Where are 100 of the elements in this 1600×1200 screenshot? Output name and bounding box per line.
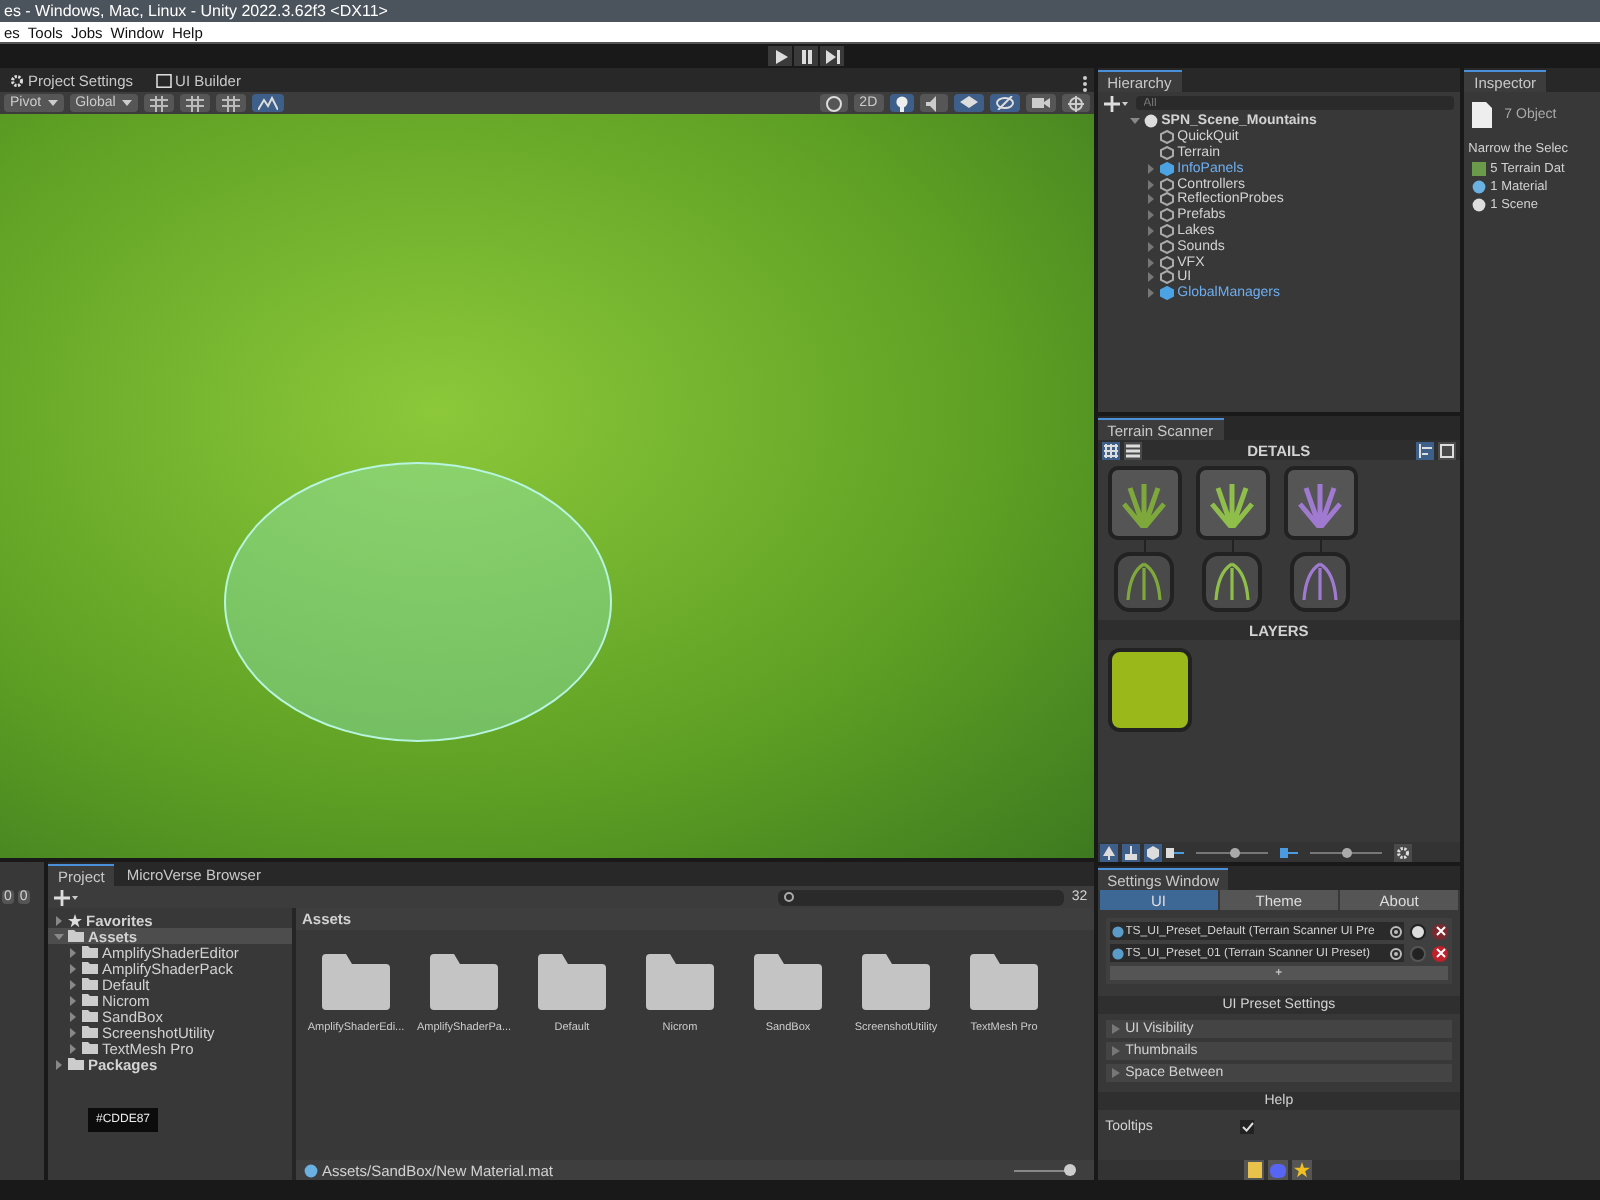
- search-field[interactable]: [777, 889, 1064, 905]
- plus-icon: [54, 889, 78, 905]
- document-icon: [1472, 102, 1493, 128]
- window-title: es - Windows, Mac, Linux - Unity 2022.3.62f3 <DX11>: [0, 0, 1600, 22]
- frame-icon: [1440, 443, 1455, 457]
- visibility-toggle[interactable]: [989, 94, 1020, 112]
- tree-icon: [1101, 845, 1116, 859]
- radio-button[interactable]: [1410, 945, 1427, 961]
- play-icon: [773, 49, 787, 63]
- collapsed-arrow-icon: [54, 915, 64, 925]
- remove-button[interactable]: [1432, 923, 1449, 939]
- close-icon: [1435, 948, 1446, 958]
- plant-mesh-thumbnail[interactable]: [1114, 552, 1175, 612]
- frame-button[interactable]: [1438, 441, 1457, 459]
- list-view-button[interactable]: [1123, 441, 1142, 459]
- folder-icon: [538, 954, 606, 1010]
- docs-button[interactable]: [1244, 1160, 1265, 1180]
- plant-drawing: [1294, 479, 1347, 527]
- grid-view-button[interactable]: [1101, 441, 1120, 459]
- plant-thumbnail[interactable]: [1107, 466, 1182, 540]
- lighting-toggle[interactable]: [889, 94, 914, 112]
- snap-button[interactable]: [143, 94, 174, 112]
- layers-icon: [959, 95, 978, 111]
- material-icon: [1472, 180, 1487, 194]
- folder-icon: [646, 954, 714, 1010]
- audio-toggle[interactable]: [919, 94, 948, 112]
- folder-icon: [430, 954, 498, 1010]
- collapsed-arrow-icon: [1111, 1068, 1120, 1078]
- material-icon: [304, 1163, 318, 1177]
- play-button[interactable]: [768, 46, 792, 66]
- tooltips-checkbox[interactable]: [1240, 1120, 1255, 1134]
- plant-mesh-thumbnail[interactable]: [1202, 552, 1263, 612]
- plus-icon: [1103, 95, 1128, 111]
- rate-button[interactable]: [1292, 1160, 1313, 1180]
- window-icon: [155, 74, 172, 88]
- collapsed-arrow-icon: [1111, 1024, 1120, 1034]
- document-icon: [1247, 1162, 1262, 1178]
- size-icon: [1165, 847, 1184, 857]
- mountain-icon: [257, 96, 278, 110]
- plant-thumbnail[interactable]: [1283, 466, 1358, 540]
- checkmark-icon: [1241, 1122, 1254, 1132]
- pause-button[interactable]: [794, 46, 818, 66]
- step-button[interactable]: [820, 46, 844, 66]
- create-button[interactable]: [1103, 95, 1128, 111]
- plant-thumbnail[interactable]: [1195, 466, 1270, 540]
- sphere-icon: [825, 95, 842, 111]
- settings-button[interactable]: [1393, 843, 1412, 861]
- shading-dropdown[interactable]: [819, 94, 848, 112]
- gizmos-dropdown[interactable]: [1061, 94, 1090, 112]
- radio-button[interactable]: [1410, 923, 1427, 939]
- collapsed-arrow-icon: [1111, 1046, 1120, 1056]
- grid-icon: [149, 95, 168, 111]
- expanded-arrow-icon: [1129, 116, 1140, 127]
- pause-icon: [799, 49, 813, 63]
- size-icon: [1279, 847, 1298, 857]
- paint-tool-button[interactable]: [1121, 843, 1140, 861]
- crosshair-icon: [1067, 95, 1084, 111]
- caret-icon: [47, 100, 58, 106]
- snap-button[interactable]: [179, 94, 210, 112]
- leaf-drawing: [1210, 560, 1255, 604]
- hidden-eye-icon: [995, 96, 1014, 110]
- folder-icon: [322, 954, 390, 1010]
- leaf-drawing: [1122, 560, 1167, 604]
- lightbulb-icon: [895, 95, 908, 111]
- scene-icon: [1472, 198, 1487, 212]
- caret-icon: [121, 100, 132, 106]
- folder-icon: [862, 954, 930, 1010]
- align-icon: [1418, 443, 1433, 457]
- remove-button[interactable]: [1432, 945, 1449, 961]
- tree-tool-button[interactable]: [1099, 843, 1118, 861]
- object-tool-button[interactable]: [1143, 843, 1162, 861]
- scene-icon: [1143, 114, 1158, 129]
- star-icon: [68, 913, 82, 927]
- leaf-drawing: [1298, 560, 1343, 604]
- folder-icon: [970, 954, 1038, 1010]
- slider-thumb[interactable]: [1341, 847, 1352, 857]
- search-icon: [783, 891, 796, 903]
- slider-thumb[interactable]: [1230, 847, 1241, 857]
- terrain-layer-swatch[interactable]: [1107, 648, 1192, 732]
- plant-mesh-thumbnail[interactable]: [1290, 552, 1351, 612]
- close-icon: [1435, 926, 1446, 936]
- plant-drawing: [1118, 479, 1171, 527]
- effects-toggle[interactable]: [953, 94, 984, 112]
- create-button[interactable]: [54, 889, 78, 905]
- step-icon: [825, 49, 839, 63]
- terrain-icon: [1472, 162, 1487, 176]
- list-icon: [1125, 443, 1140, 457]
- grid-icon: [185, 95, 204, 111]
- chat-icon: [1270, 1163, 1287, 1177]
- folder-icon: [754, 954, 822, 1010]
- zoom-slider-thumb[interactable]: [1064, 1163, 1077, 1175]
- align-button[interactable]: [1416, 441, 1435, 459]
- terrain-tool-button[interactable]: [251, 94, 284, 112]
- gear-icon: [10, 74, 24, 88]
- grid-icon: [1103, 443, 1118, 457]
- camera-icon: [1031, 96, 1050, 110]
- snap-button[interactable]: [215, 94, 246, 112]
- expanded-arrow-icon: [54, 931, 64, 941]
- camera-dropdown[interactable]: [1025, 94, 1056, 112]
- star-icon: [1294, 1162, 1311, 1178]
